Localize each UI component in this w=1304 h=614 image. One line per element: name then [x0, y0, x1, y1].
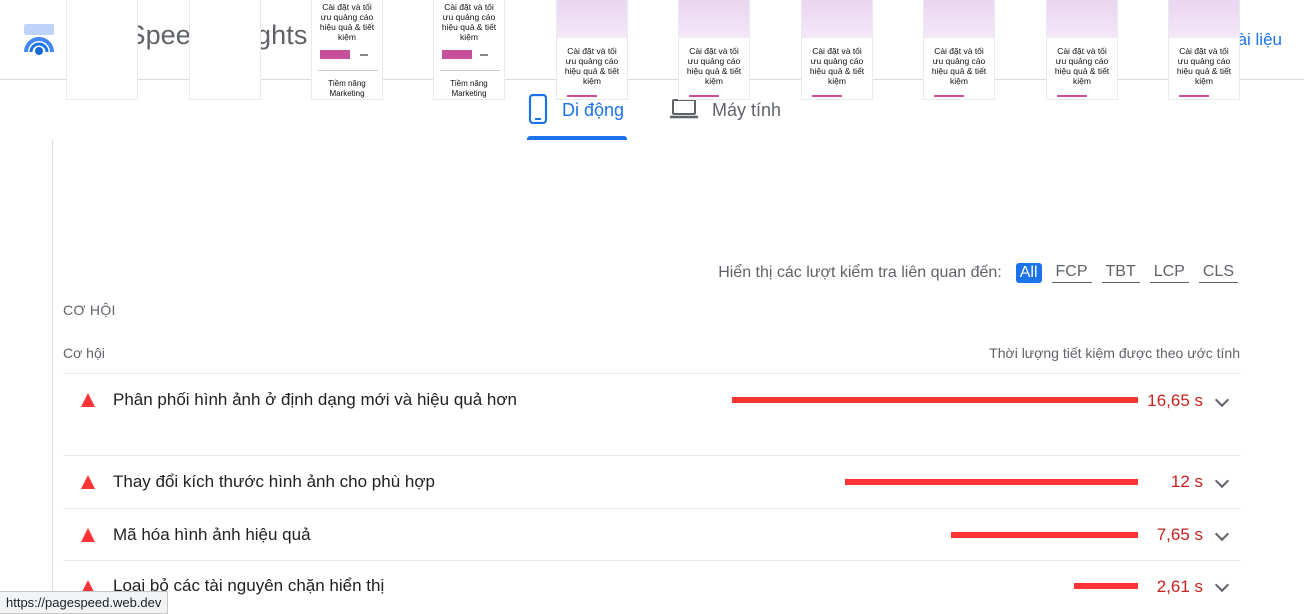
- filmstrip-frame: Cài đặt và tối ưu quảng cáo hiệu quả & t…: [1168, 0, 1240, 100]
- filmstrip-frame: Cài đặt và tối ưu quảng cáo hiệu quả & t…: [556, 0, 628, 100]
- frame-illustration: [679, 0, 749, 38]
- fail-triangle-icon: [81, 393, 95, 407]
- savings-value: 7,65 s: [1156, 525, 1203, 544]
- frame-text: Cài đặt và tối ưu quảng cáo hiệu quả & t…: [686, 46, 742, 86]
- frame-illustration: [802, 0, 872, 38]
- frame-illustration: [1047, 0, 1117, 38]
- filmstrip-frame: Cài đặt và tối ưu quảng cáo hiệu quả & t…: [923, 0, 995, 100]
- tab-desktop[interactable]: Máy tính: [670, 94, 781, 140]
- savings-value: 16,65 s: [1147, 391, 1203, 410]
- frame-text: Cài đặt và tối ưu quảng cáo hiệu quả & t…: [441, 2, 497, 42]
- filmstrip-frame: [189, 0, 261, 100]
- filter-chip-cls[interactable]: CLS: [1198, 262, 1238, 283]
- tab-mobile[interactable]: Di động: [528, 94, 624, 140]
- frame-text: Cài đặt và tối ưu quảng cáo hiệu quả & t…: [1176, 46, 1232, 86]
- frame-illustration: [924, 0, 994, 38]
- chevron-down-icon[interactable]: [1214, 577, 1230, 593]
- filter-chip-lcp[interactable]: LCP: [1149, 262, 1189, 283]
- opportunity-row[interactable]: Loại bỏ các tài nguyên chặn hiển thị 2,6…: [63, 560, 1241, 614]
- opportunity-label: Phân phối hình ảnh ở định dạng mới và hi…: [113, 390, 517, 409]
- chevron-down-icon[interactable]: [1214, 473, 1230, 489]
- opportunity-label: Thay đổi kích thước hình ảnh cho phù hợp: [113, 472, 435, 491]
- filter-chip-fcp[interactable]: FCP: [1051, 262, 1092, 283]
- opportunity-row[interactable]: Phân phối hình ảnh ở định dạng mới và hi…: [63, 373, 1241, 455]
- fail-triangle-icon: [81, 528, 95, 542]
- tab-mobile-label: Di động: [562, 100, 625, 120]
- frame-text: Cài đặt và tối ưu quảng cáo hiệu quả & t…: [319, 2, 375, 42]
- savings-bar: [951, 532, 1138, 538]
- savings-bar: [845, 479, 1138, 485]
- filter-label: Hiển thị các lượt kiểm tra liên quan đến…: [718, 263, 1002, 281]
- filmstrip-frame: Cài đặt và tối ưu quảng cáo hiệu quả & t…: [311, 0, 383, 100]
- frame-illustration: [1169, 0, 1239, 38]
- savings-value: 2,61 s: [1156, 577, 1203, 596]
- filmstrip-frame: Cài đặt và tối ưu quảng cáo hiệu quả & t…: [1046, 0, 1118, 100]
- frame-text: Cài đặt và tối ưu quảng cáo hiệu quả & t…: [931, 46, 987, 86]
- audit-filter: Hiển thị các lượt kiểm tra liên quan đến…: [718, 262, 1238, 283]
- column-header-opportunity: Cơ hội: [63, 345, 105, 361]
- savings-bar: [1074, 583, 1138, 589]
- frame-text: Cài đặt và tối ưu quảng cáo hiệu quả & t…: [1054, 46, 1110, 86]
- filmstrip-frame: Cài đặt và tối ưu quảng cáo hiệu quả & t…: [678, 0, 750, 100]
- frame-text: Cài đặt và tối ưu quảng cáo hiệu quả & t…: [809, 46, 865, 86]
- filmstrip-frame: Cài đặt và tối ưu quảng cáo hiệu quả & t…: [433, 0, 505, 100]
- fail-triangle-icon: [81, 475, 95, 489]
- filmstrip-frame: [66, 0, 138, 100]
- phone-icon: [528, 94, 548, 124]
- filter-chip-tbt[interactable]: TBT: [1101, 262, 1140, 283]
- frame-illustration: [557, 0, 627, 38]
- pagespeed-logo-icon: [24, 24, 54, 55]
- chevron-down-icon[interactable]: [1214, 526, 1230, 542]
- savings-value: 12 s: [1170, 472, 1203, 491]
- tab-desktop-label: Máy tính: [712, 100, 782, 120]
- status-bar-url: https://pagespeed.web.dev: [0, 591, 169, 614]
- section-title: CƠ HỘI: [63, 302, 116, 318]
- chevron-down-icon[interactable]: [1214, 392, 1230, 408]
- opportunity-row[interactable]: Thay đổi kích thước hình ảnh cho phù hợp…: [63, 455, 1241, 508]
- opportunity-row[interactable]: Mã hóa hình ảnh hiệu quả 7,65 s: [63, 508, 1241, 560]
- filmstrip-frame: Cài đặt và tối ưu quảng cáo hiệu quả & t…: [801, 0, 873, 100]
- frame-footer: Tiềm năng Marketing Online: [450, 79, 488, 98]
- column-header-savings: Thời lượng tiết kiệm được theo ước tính: [989, 345, 1240, 361]
- filter-chip-all[interactable]: All: [1015, 262, 1042, 283]
- opportunity-label: Mã hóa hình ảnh hiệu quả: [113, 525, 311, 544]
- savings-bar: [732, 397, 1138, 403]
- frame-text: Cài đặt và tối ưu quảng cáo hiệu quả & t…: [564, 46, 620, 86]
- frame-footer: Tiềm năng Marketing Online: [328, 79, 366, 98]
